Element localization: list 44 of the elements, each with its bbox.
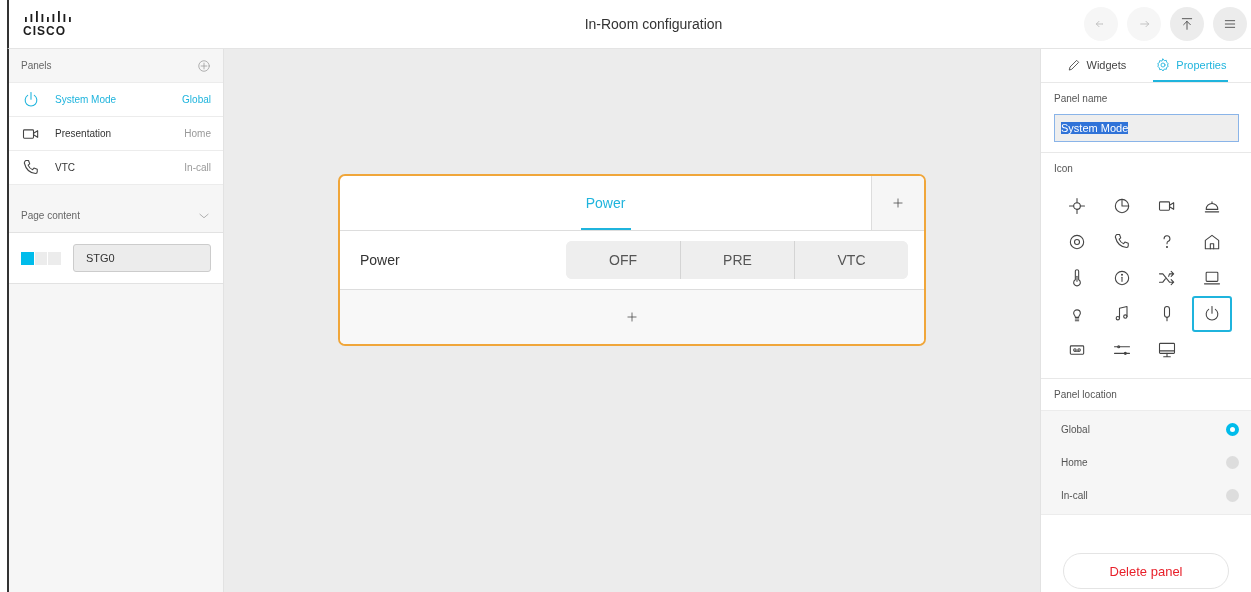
logo-bars-icon [23,10,73,22]
plus-icon [625,310,639,324]
option-button[interactable]: VTC [794,241,908,279]
upload-icon [1179,16,1195,32]
page-content-heading: Page content [21,210,80,221]
location-option-label: Global [1061,424,1090,435]
settings-icon [1155,56,1172,73]
pie-chart-icon [1112,196,1132,216]
properties-tab[interactable]: Widgets [1063,49,1129,82]
panels-heading: Panels [21,60,52,71]
panel-name-field[interactable]: System Mode [1054,114,1239,142]
radio-button[interactable] [1226,456,1239,469]
panel-name: VTC [55,162,76,173]
monitor-icon [1157,340,1177,360]
panel-name: Presentation [55,128,113,139]
plus-icon [891,196,905,210]
panel-location: Global [182,94,211,105]
panel-location: Home [184,128,211,139]
shuffle-icon [1157,268,1177,288]
house-icon [1202,232,1222,252]
menu-button[interactable] [1213,7,1247,41]
sun-icon [1067,196,1087,216]
target-icon [1067,232,1087,252]
window-title: In-Room configuration [583,16,724,32]
upload-button[interactable] [1170,7,1204,41]
widget-label: Power [360,252,401,268]
info-icon [1112,268,1132,288]
delete-panel-button[interactable]: Delete panel [1063,553,1229,589]
add-icon[interactable] [197,58,211,73]
location-option-label: Home [1061,457,1088,468]
panel-location: In-call [184,162,211,173]
panel-location-label: Panel location [1053,388,1118,402]
panel-item[interactable]: VTC In-call [9,150,223,184]
logo-text: CISCO [23,24,66,38]
location-option-label: In-call [1061,490,1088,501]
panel-name-label: Panel name [1054,93,1109,104]
page-indicator [21,251,61,265]
panel-name: System Mode [55,94,118,105]
page-name-field[interactable]: STG0 [73,244,211,272]
radio-button[interactable] [1226,423,1239,436]
power-icon-option[interactable] [1192,296,1232,332]
panel-item[interactable]: Presentation Home [9,116,223,150]
radio-button[interactable] [1226,489,1239,502]
icon-label: Icon [1054,163,1074,174]
